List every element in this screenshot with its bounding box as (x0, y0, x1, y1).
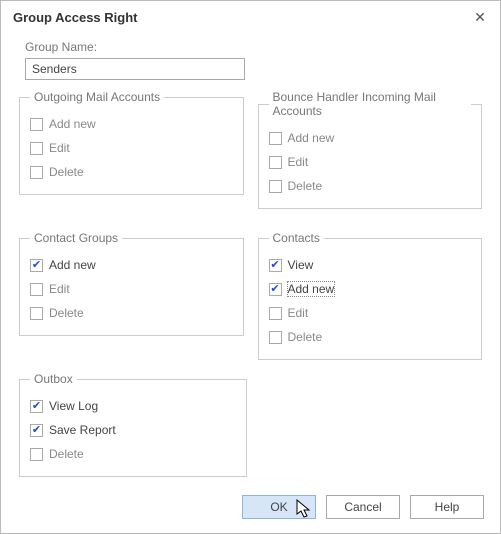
checkbox-icon[interactable] (269, 331, 282, 344)
checkbox-label: View Log (49, 399, 98, 413)
group-access-dialog: Group Access Right ✕ Group Name: Outgoin… (0, 0, 501, 534)
bounce-handler-group: Bounce Handler Incoming Mail Accounts Ad… (258, 90, 483, 209)
contacts-legend: Contacts (269, 231, 324, 245)
checkbox-icon[interactable] (30, 142, 43, 155)
checkbox-icon[interactable]: ✔ (30, 259, 43, 272)
dialog-title: Group Access Right (13, 10, 137, 25)
outbox-legend: Outbox (30, 372, 77, 386)
contacts-group: Contacts ✔ View ✔ Add new Edit Delete (258, 231, 483, 360)
contactGroups-checkbox-add-new[interactable]: ✔ Add new (30, 253, 233, 277)
checkbox-label: Delete (49, 306, 84, 320)
checkbox-icon[interactable] (30, 283, 43, 296)
close-icon[interactable]: ✕ (472, 9, 488, 26)
checkbox-icon[interactable]: ✔ (30, 424, 43, 437)
checkbox-icon[interactable] (30, 166, 43, 179)
checkbox-icon[interactable] (30, 307, 43, 320)
contactGroups-checkbox-edit[interactable]: Edit (30, 277, 233, 301)
checkbox-icon[interactable] (30, 118, 43, 131)
contactGroups-checkbox-delete[interactable]: Delete (30, 301, 233, 325)
checkbox-icon[interactable] (269, 156, 282, 169)
checkbox-label: Delete (288, 330, 323, 344)
checkbox-label: Edit (49, 141, 70, 155)
checkbox-label: Add new (49, 258, 96, 272)
contacts-checkbox-delete[interactable]: Delete (269, 325, 472, 349)
checkbox-icon[interactable]: ✔ (30, 400, 43, 413)
help-button[interactable]: Help (410, 495, 484, 519)
cancel-button[interactable]: Cancel (326, 495, 400, 519)
checkbox-label: Add new (288, 282, 335, 296)
group-name-row: Group Name: (25, 40, 482, 80)
checkbox-label: Delete (288, 179, 323, 193)
dialog-footer: OK Cancel Help (242, 495, 484, 519)
checkbox-icon[interactable]: ✔ (269, 283, 282, 296)
contacts-checkbox-edit[interactable]: Edit (269, 301, 472, 325)
outbox-checkbox-delete[interactable]: Delete (30, 442, 236, 466)
bounce-checkbox-edit[interactable]: Edit (269, 150, 472, 174)
outgoing-checkbox-edit[interactable]: Edit (30, 136, 233, 160)
checkbox-icon[interactable]: ✔ (269, 259, 282, 272)
bounce-checkbox-delete[interactable]: Delete (269, 174, 472, 198)
bounce-checkbox-add-new[interactable]: Add new (269, 126, 472, 150)
outgoing-checkbox-delete[interactable]: Delete (30, 160, 233, 184)
checkbox-icon[interactable] (269, 132, 282, 145)
checkbox-label: Edit (288, 155, 309, 169)
checkbox-label: Add new (49, 117, 96, 131)
outgoing-mail-group: Outgoing Mail Accounts Add new Edit Delete (19, 90, 244, 195)
ok-button[interactable]: OK (242, 495, 316, 519)
checkbox-icon[interactable] (30, 448, 43, 461)
contacts-checkbox-view[interactable]: ✔ View (269, 253, 472, 277)
contact-groups-group: Contact Groups ✔ Add new Edit Delete (19, 231, 244, 336)
outbox-group: Outbox ✔ View Log ✔ Save Report Delete (19, 372, 247, 477)
checkbox-label: Add new (288, 131, 335, 145)
checkbox-label: Delete (49, 165, 84, 179)
group-name-input[interactable] (25, 58, 245, 80)
outgoing-mail-legend: Outgoing Mail Accounts (30, 90, 164, 104)
group-name-label: Group Name: (25, 40, 482, 54)
checkbox-label: View (288, 258, 314, 272)
outbox-checkbox-save-report[interactable]: ✔ Save Report (30, 418, 236, 442)
outgoing-checkbox-add-new[interactable]: Add new (30, 112, 233, 136)
contacts-checkbox-add-new[interactable]: ✔ Add new (269, 277, 472, 301)
outbox-checkbox-view-log[interactable]: ✔ View Log (30, 394, 236, 418)
checkbox-icon[interactable] (269, 307, 282, 320)
titlebar: Group Access Right ✕ (1, 1, 500, 30)
checkbox-label: Delete (49, 447, 84, 461)
checkbox-label: Edit (288, 306, 309, 320)
checkbox-label: Save Report (49, 423, 116, 437)
contact-groups-legend: Contact Groups (30, 231, 122, 245)
bounce-handler-legend: Bounce Handler Incoming Mail Accounts (269, 90, 472, 118)
checkbox-label: Edit (49, 282, 70, 296)
dialog-body: Group Name: Outgoing Mail Accounts Add n… (1, 30, 500, 477)
checkbox-icon[interactable] (269, 180, 282, 193)
